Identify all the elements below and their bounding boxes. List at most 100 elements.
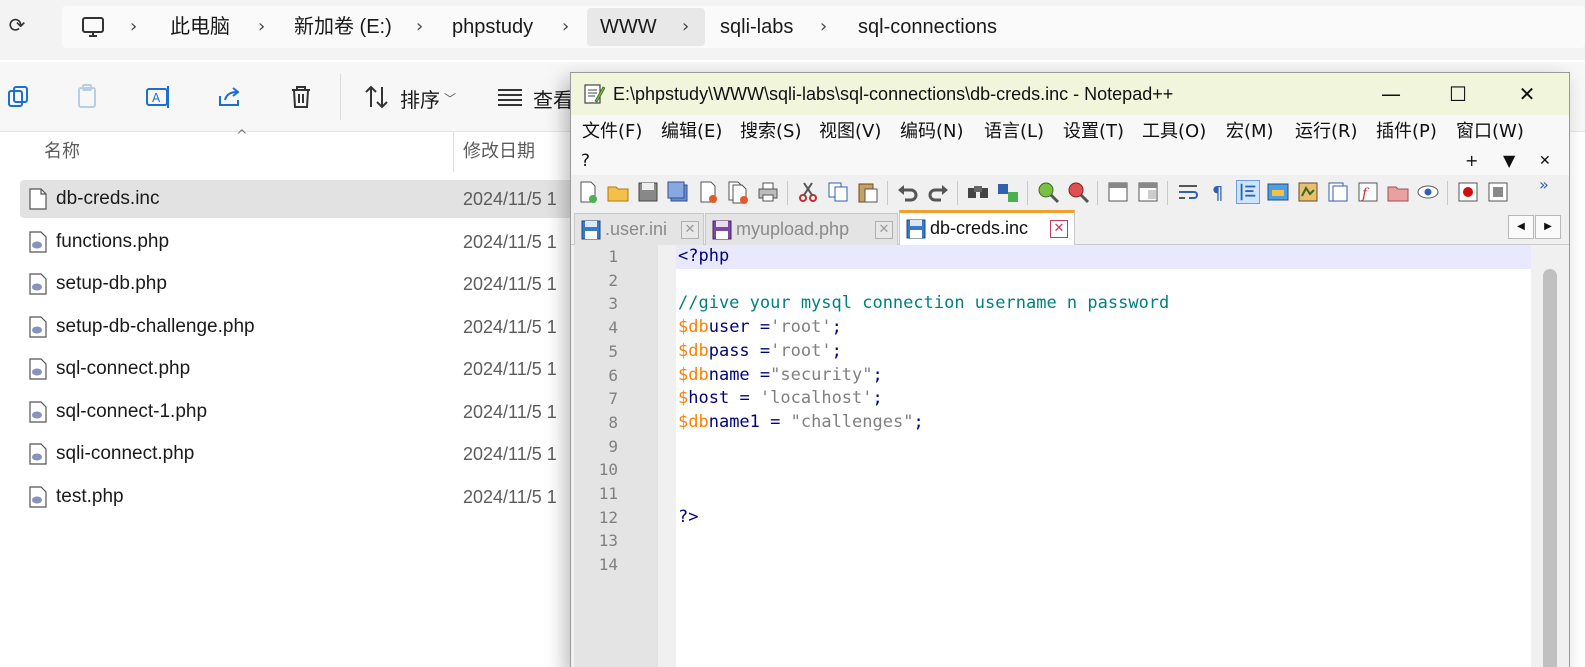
tab-scroll-right-icon[interactable]: ▶ — [1535, 215, 1561, 239]
menu-language[interactable]: 语言(L) — [984, 115, 1044, 149]
breadcrumb-sql-connections[interactable]: sql-connections — [858, 6, 997, 48]
toolbar-overflow-icon[interactable]: » — [1539, 175, 1563, 199]
breadcrumb-phpstudy[interactable]: phpstudy — [452, 6, 533, 48]
user-defined-language-icon[interactable] — [1266, 180, 1290, 204]
close-document-icon[interactable]: ✕ — [1539, 149, 1551, 173]
chevron-right-icon[interactable]: › — [258, 6, 265, 48]
breadcrumb-volume-e[interactable]: 新加卷 (E:) — [294, 6, 392, 48]
breadcrumb-www[interactable]: WWW — [600, 6, 657, 48]
document-list-icon[interactable] — [1326, 180, 1350, 204]
fold-margin[interactable] — [658, 245, 676, 667]
close-tab-icon[interactable]: ✕ — [875, 221, 893, 239]
column-divider[interactable] — [453, 132, 454, 172]
add-tab-icon[interactable]: + — [1465, 149, 1478, 173]
close-tab-icon[interactable]: ✕ — [1050, 220, 1068, 238]
show-all-characters-icon[interactable]: ¶ — [1206, 180, 1230, 204]
chevron-right-icon[interactable]: › — [416, 6, 423, 48]
vertical-scrollbar[interactable] — [1531, 245, 1569, 667]
chevron-down-icon[interactable]: ﹀ — [444, 90, 456, 107]
sort-icon[interactable] — [362, 82, 392, 112]
close-button[interactable]: ✕ — [1497, 73, 1557, 115]
breadcrumb-sqli-labs[interactable]: sqli-labs — [720, 6, 793, 48]
find-icon[interactable] — [966, 180, 990, 204]
code-line[interactable]: $dbpass ='root'; — [678, 340, 842, 364]
file-row[interactable]: test.php 2024/11/5 1 — [20, 478, 580, 516]
address-bar[interactable]: › 此电脑 › 新加卷 (E:) › phpstudy › WWW › sqli… — [62, 6, 1585, 48]
code-line[interactable]: $dbname1 = "challenges"; — [678, 411, 924, 435]
menu-plugins[interactable]: 插件(P) — [1376, 115, 1437, 149]
menu-help[interactable]: ? — [581, 149, 590, 173]
tab-user-ini[interactable]: .user.ini ✕ — [574, 213, 704, 245]
rename-icon[interactable]: A — [143, 82, 173, 112]
chevron-right-icon[interactable]: › — [820, 6, 827, 48]
save-icon[interactable] — [636, 180, 660, 204]
redo-icon[interactable] — [926, 180, 950, 204]
paste-icon[interactable] — [856, 180, 880, 204]
menu-settings[interactable]: 设置(T) — [1063, 115, 1124, 149]
open-file-icon[interactable] — [606, 180, 630, 204]
minimize-button[interactable]: — — [1361, 73, 1421, 115]
menu-view[interactable]: 视图(V) — [819, 115, 881, 149]
code-line[interactable]: ?> — [678, 506, 698, 530]
undo-icon[interactable] — [896, 180, 920, 204]
menu-run[interactable]: 运行(R) — [1295, 115, 1358, 149]
sort-button[interactable]: 排序 — [400, 84, 440, 113]
copy-icon[interactable] — [4, 82, 34, 112]
menu-macro[interactable]: 宏(M) — [1226, 115, 1274, 149]
title-bar[interactable]: E:\phpstudy\WWW\sqli-labs\sql-connection… — [571, 73, 1569, 115]
word-wrap-icon[interactable] — [1176, 180, 1200, 204]
menu-edit[interactable]: 编辑(E) — [661, 115, 722, 149]
this-pc-icon[interactable] — [80, 14, 106, 40]
column-header-name[interactable]: 名称 — [44, 132, 80, 172]
record-macro-icon[interactable] — [1456, 180, 1480, 204]
delete-icon[interactable] — [286, 82, 316, 112]
menu-encoding[interactable]: 编码(N) — [900, 115, 964, 149]
tab-list-dropdown-icon[interactable]: ▼ — [1503, 149, 1515, 173]
refresh-icon[interactable]: ⟳ — [4, 12, 30, 38]
file-row[interactable]: setup-db.php 2024/11/5 1 — [20, 265, 580, 303]
menu-search[interactable]: 搜索(S) — [740, 115, 801, 149]
print-icon[interactable] — [756, 180, 780, 204]
code-line[interactable]: <?php — [678, 245, 729, 269]
file-row[interactable]: db-creds.inc 2024/11/5 1 — [20, 180, 580, 218]
share-icon[interactable] — [215, 82, 245, 112]
breadcrumb-this-pc[interactable]: 此电脑 — [170, 6, 230, 48]
menu-tools[interactable]: 工具(O) — [1142, 115, 1206, 149]
chevron-right-icon[interactable]: › — [562, 6, 569, 48]
stop-recording-icon[interactable] — [1486, 180, 1510, 204]
cut-icon[interactable] — [796, 180, 820, 204]
new-file-icon[interactable] — [576, 180, 600, 204]
zoom-in-icon[interactable] — [1036, 180, 1060, 204]
copy-icon[interactable] — [826, 180, 850, 204]
file-row[interactable]: sql-connect.php 2024/11/5 1 — [20, 350, 580, 388]
code-line[interactable]: $host = 'localhost'; — [678, 387, 883, 411]
sync-horizontal-icon[interactable] — [1136, 180, 1160, 204]
sync-vertical-icon[interactable] — [1106, 180, 1130, 204]
file-row[interactable]: setup-db-challenge.php 2024/11/5 1 — [20, 308, 580, 346]
close-tab-icon[interactable]: ✕ — [681, 221, 699, 239]
column-header-modified[interactable]: 修改日期 — [463, 132, 535, 172]
scrollbar-thumb[interactable] — [1543, 269, 1557, 667]
paste-icon[interactable] — [72, 82, 102, 112]
view-icon[interactable] — [495, 82, 525, 112]
close-file-icon[interactable] — [696, 180, 720, 204]
code-line[interactable]: $dbname ="security"; — [678, 364, 883, 388]
document-map-icon[interactable] — [1296, 180, 1320, 204]
code-editor[interactable]: 1 2 3 4 5 6 7 8 9 10 11 12 13 14 <?php //… — [574, 245, 1569, 667]
tab-myupload-php[interactable]: myupload.php ✕ — [705, 213, 898, 245]
file-row[interactable]: sqli-connect.php 2024/11/5 1 — [20, 435, 580, 473]
save-all-icon[interactable] — [666, 180, 690, 204]
file-row[interactable]: sql-connect-1.php 2024/11/5 1 — [20, 393, 580, 431]
indent-guide-icon[interactable] — [1236, 180, 1260, 204]
tab-scroll-left-icon[interactable]: ◀ — [1508, 215, 1534, 239]
menu-file[interactable]: 文件(F) — [582, 115, 642, 149]
close-all-icon[interactable] — [726, 180, 750, 204]
tab-db-creds-inc[interactable]: db-creds.inc ✕ — [899, 210, 1075, 245]
function-list-icon[interactable]: f — [1356, 180, 1380, 204]
replace-icon[interactable] — [996, 180, 1020, 204]
file-row[interactable]: functions.php 2024/11/5 1 — [20, 223, 580, 261]
folder-as-workspace-icon[interactable] — [1386, 180, 1410, 204]
code-line[interactable]: //give your mysql connection username n … — [678, 292, 1169, 316]
zoom-out-icon[interactable] — [1066, 180, 1090, 204]
code-line[interactable]: $dbuser ='root'; — [678, 316, 842, 340]
